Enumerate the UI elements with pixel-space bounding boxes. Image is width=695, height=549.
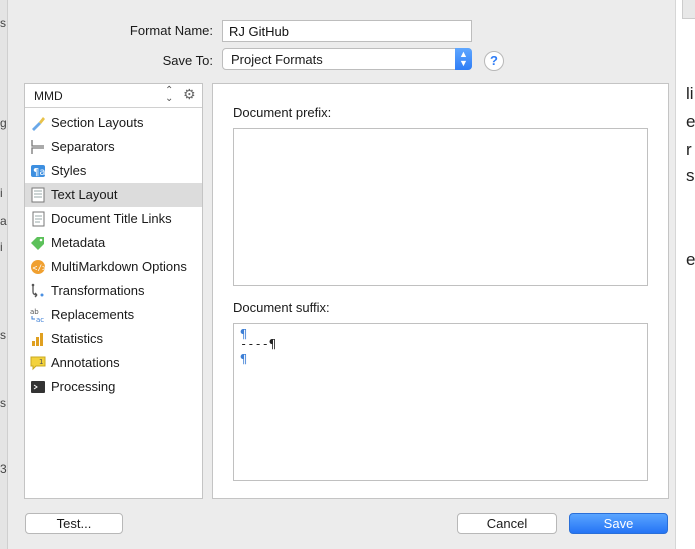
background-text: i <box>0 240 3 254</box>
background-text: li <box>686 84 694 103</box>
sidebar-item-label: Statistics <box>51 331 104 346</box>
background-text: e <box>686 112 695 131</box>
background-window-right: li e r s e <box>675 0 695 549</box>
separator-icon <box>31 140 44 154</box>
sidebar-item-label: Processing <box>51 379 116 394</box>
sidebar-item-label: MultiMarkdown Options <box>51 259 187 274</box>
sidebar-item-document-title-links[interactable]: Document Title Links <box>25 207 202 231</box>
sidebar-item-annotations[interactable]: 1 Annotations <box>25 351 202 375</box>
help-button[interactable]: ? <box>484 51 504 71</box>
svg-text:ab: ab <box>30 308 39 316</box>
bar-chart-icon <box>32 333 43 346</box>
background-text: a <box>0 214 7 228</box>
popup-stepper-icon: ▲ ▼ <box>455 48 472 70</box>
background-window-corner <box>682 0 695 19</box>
text-layout-icon <box>31 187 45 203</box>
text-layout-panel: Document prefix: Document suffix: ¶ ----… <box>212 83 669 499</box>
replace-ab-icon: abac <box>30 308 44 323</box>
sidebar-item-label: Annotations <box>51 355 120 370</box>
brush-icon <box>32 117 45 131</box>
sidebar-item-label: Metadata <box>51 235 106 250</box>
sidebar-item-label: Document Title Links <box>51 211 172 226</box>
sidebar-item-statistics[interactable]: Statistics <box>25 327 202 351</box>
background-text: e <box>686 250 695 269</box>
sidebar-item-section-layouts[interactable]: Section Layouts <box>25 111 202 135</box>
svg-text:ac: ac <box>36 316 44 323</box>
sidebar-item-metadata[interactable]: Metadata <box>25 231 202 255</box>
document-suffix-label: Document suffix: <box>233 300 330 315</box>
sidebar-item-label: Separators <box>51 139 115 154</box>
background-text: s <box>0 328 6 342</box>
save-button[interactable]: Save <box>569 513 668 534</box>
format-editor-sheet: Format Name: Save To: Project Formats ▲▼… <box>8 0 675 549</box>
background-text: s <box>686 166 695 185</box>
svg-text:¶a: ¶a <box>33 167 46 178</box>
document-prefix-label: Document prefix: <box>233 105 332 120</box>
sidebar-item-label: Transformations <box>51 283 145 298</box>
suffix-line: ----¶ <box>240 337 277 351</box>
background-text: r <box>686 140 692 159</box>
svg-text:</>: </> <box>33 264 47 273</box>
chevron-updown-icon: ⌃ ⌄ <box>165 85 174 104</box>
sidebar-item-multimarkdown-options[interactable]: </> MultiMarkdown Options <box>25 255 202 279</box>
sidebar-item-styles[interactable]: ¶a Styles <box>25 159 202 183</box>
terminal-icon <box>31 381 45 393</box>
code-badge-icon: </> <box>31 260 47 274</box>
svg-text:1: 1 <box>39 358 43 366</box>
sidebar-item-label: Replacements <box>51 307 135 322</box>
sidebar-item-label: Text Layout <box>51 187 118 202</box>
background-text: 3 <box>0 462 7 476</box>
transform-icon <box>31 283 44 298</box>
sidebar-item-replacements[interactable]: ab ac Replacements <box>25 303 202 327</box>
sidebar-item-transformations[interactable]: Transformations <box>25 279 202 303</box>
preset-selector[interactable]: MMD ⌃ ⌄ ⚙ <box>25 84 202 108</box>
document-icon <box>32 211 45 227</box>
background-text: s <box>0 16 6 30</box>
sidebar-item-label: Section Layouts <box>51 115 144 130</box>
test-button[interactable]: Test... <box>25 513 123 534</box>
sidebar-item-text-layout[interactable]: Text Layout <box>25 183 202 207</box>
tag-icon <box>31 237 44 250</box>
background-text: i <box>0 186 3 200</box>
gear-icon[interactable]: ⚙ <box>183 86 196 103</box>
sidebar-item-label: Styles <box>51 163 87 178</box>
annotation-icon: 1 <box>30 356 46 371</box>
preset-selector-value: MMD <box>34 89 63 103</box>
sidebar-item-separators[interactable]: Separators <box>25 135 202 159</box>
save-to-popup[interactable]: Project Formats ▲ ▼ <box>222 48 472 70</box>
format-name-label: Format Name: <box>129 23 213 38</box>
background-text: g <box>0 116 7 130</box>
background-window-left: s g i a i s s 3 <box>0 0 8 549</box>
save-to-value: Project Formats <box>231 52 323 67</box>
pilcrow-style-icon: ¶a <box>31 165 46 178</box>
document-suffix-textarea[interactable]: ¶ ----¶ ¶ <box>233 323 648 481</box>
background-text: s <box>0 396 6 410</box>
format-name-field[interactable] <box>222 20 472 42</box>
settings-sidebar: MMD ⌃ ⌄ ⚙ Section Layouts Separators ¶a S… <box>24 83 203 499</box>
suffix-line: ¶ <box>240 352 248 366</box>
sidebar-item-processing[interactable]: Processing <box>25 375 202 399</box>
save-to-label: Save To: <box>162 53 213 68</box>
cancel-button[interactable]: Cancel <box>457 513 557 534</box>
document-prefix-textarea[interactable] <box>233 128 648 286</box>
